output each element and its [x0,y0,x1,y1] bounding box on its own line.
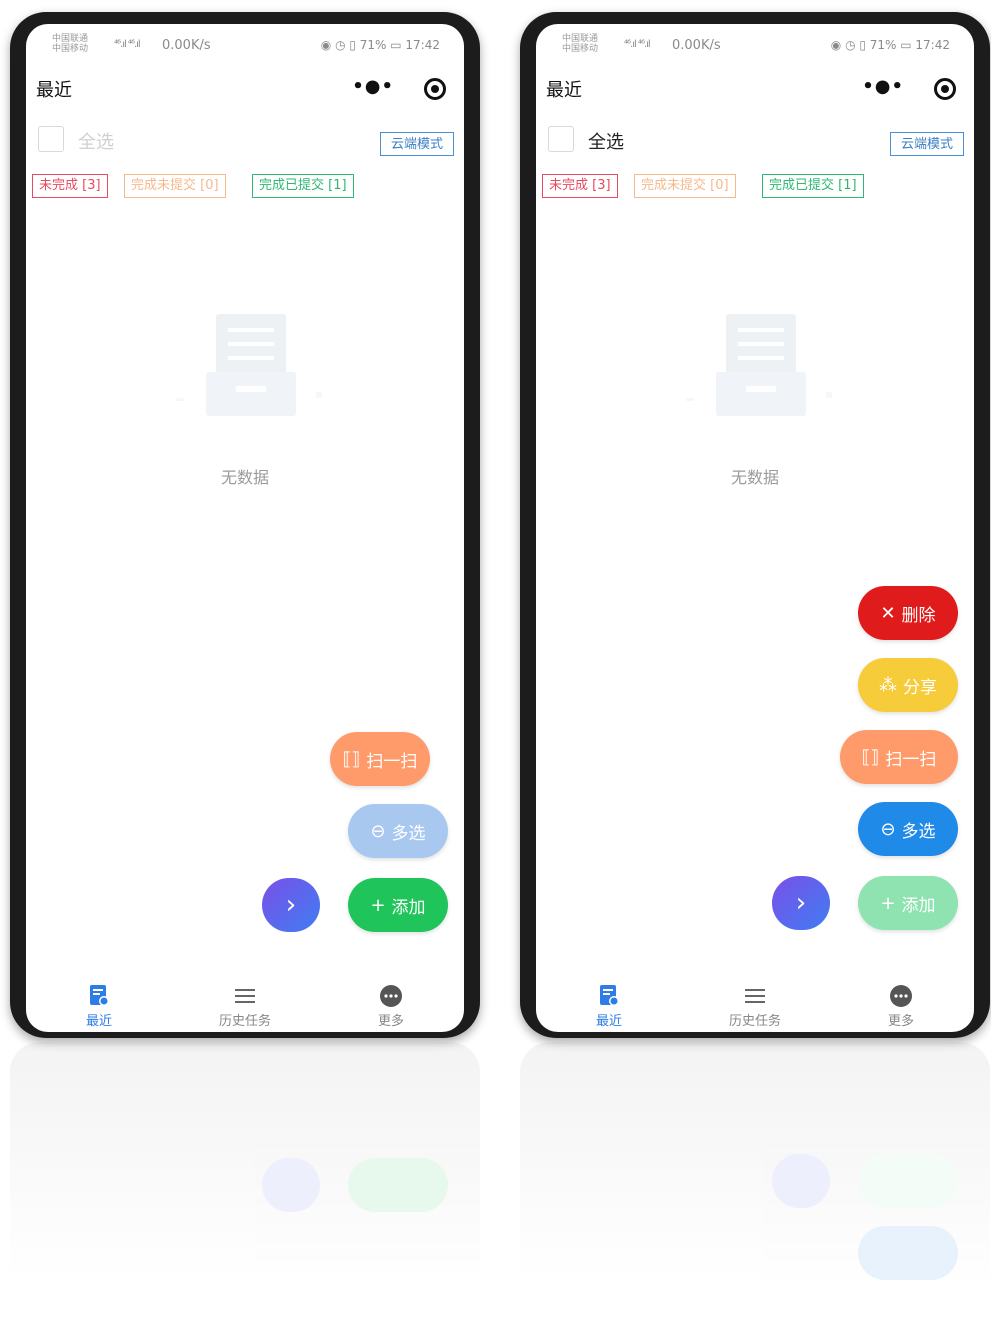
status-right: ◉ ◷ ▯ 71% ▭ 17:42 [830,38,950,52]
plus-icon: + [370,894,386,916]
tab-history-label: 历史任务 [218,1014,271,1029]
phone-reflection-right [520,1042,990,1322]
filter-unfinished[interactable]: 未完成 [3] [542,174,618,198]
recent-doc-icon [90,985,109,1006]
nav-bar: 最近 •●• [536,70,974,106]
share-button[interactable]: ⁂ 分享 [858,658,958,712]
tab-recent[interactable]: 最近 [26,984,172,1029]
filter-unfinished[interactable]: 未完成 [3] [32,174,108,198]
more-dots-icon[interactable]: •●• [352,76,394,97]
list-icon [235,989,255,1003]
tab-recent[interactable]: 最近 [536,984,682,1029]
tab-history-label: 历史任务 [728,1014,781,1029]
scan-label: 扫一扫 [885,749,937,770]
chevron-right-icon: › [285,890,297,920]
empty-text: 无数据 [220,468,269,487]
signal-icon: ⁴⁶.ıl ⁴⁶.ıl [114,39,141,50]
nav-bar: 最近 •●• [26,70,464,106]
delete-label: 删除 [901,605,936,626]
add-label: 添加 [901,895,936,916]
multiselect-button[interactable]: ⊖ 多选 [858,802,958,856]
tab-bar: 最近 历史任务 更多 [536,984,974,1032]
add-label: 添加 [391,897,426,918]
add-button[interactable]: + 添加 [858,876,958,930]
close-icon: ✕ [880,602,896,624]
multiselect-label: 多选 [901,821,936,842]
page-title: 最近 [546,80,582,101]
recent-doc-icon [600,985,619,1006]
screen-left: 中国联通 中国移动 ⁴⁶.ıl ⁴⁶.ıl 0.00K/s ◉ ◷ ▯ 71% … [26,24,464,1032]
tab-more[interactable]: 更多 [318,984,464,1029]
select-all-checkbox[interactable] [548,126,574,152]
more-circle-icon [380,985,402,1007]
tab-more-label: 更多 [377,1014,404,1029]
tab-recent-label: 最近 [85,1014,112,1029]
tab-history[interactable]: 历史任务 [172,984,318,1029]
net-speed: 0.00K/s [162,38,211,53]
empty-text: 无数据 [730,468,779,487]
tab-history[interactable]: 历史任务 [682,984,828,1029]
tab-more[interactable]: 更多 [828,984,974,1029]
status-right: ◉ ◷ ▯ 71% ▭ 17:42 [320,38,440,52]
carrier-text: 中国联通 中国移动 [52,34,89,54]
phone-frame-right: 中国联通 中国移动 ⁴⁶.ıl ⁴⁶.ıl 0.00K/s ◉ ◷ ▯ 71% … [520,12,990,1038]
select-all-checkbox[interactable] [38,126,64,152]
filter-done-submitted[interactable]: 完成已提交 [1] [762,174,864,198]
add-button[interactable]: + 添加 [348,878,448,932]
chevron-right-icon: › [795,888,807,918]
list-icon [745,989,765,1003]
tab-bar: 最近 历史任务 更多 [26,984,464,1032]
share-icon: ⁂ [879,674,897,696]
more-circle-icon [890,985,912,1007]
next-button[interactable]: › [262,878,320,932]
cloud-mode-button[interactable]: 云端模式 [380,132,454,156]
phone-frame-left: 中国联通 中国移动 ⁴⁶.ıl ⁴⁶.ıl 0.00K/s ◉ ◷ ▯ 71% … [10,12,480,1038]
more-dots-icon[interactable]: •●• [862,76,904,97]
multiselect-icon: ⊖ [880,818,896,840]
status-bar: 中国联通 中国移动 ⁴⁶.ıl ⁴⁶.ıl 0.00K/s ◉ ◷ ▯ 71% … [536,24,974,64]
scan-icon: ⟦⟧ [342,748,361,770]
select-all-label: 全选 [588,132,624,153]
carrier-text: 中国联通 中国移动 [562,34,599,54]
scan-button[interactable]: ⟦⟧ 扫一扫 [330,732,430,786]
empty-box-icon [686,314,832,416]
tab-more-label: 更多 [887,1014,914,1029]
signal-icon: ⁴⁶.ıl ⁴⁶.ıl [624,39,651,50]
plus-icon: + [880,892,896,914]
status-bar: 中国联通 中国移动 ⁴⁶.ıl ⁴⁶.ıl 0.00K/s ◉ ◷ ▯ 71% … [26,24,464,64]
scan-button[interactable]: ⟦⟧ 扫一扫 [840,730,958,784]
share-label: 分享 [903,677,937,698]
empty-box-icon [176,314,322,416]
delete-button[interactable]: ✕ 删除 [858,586,958,640]
multiselect-button[interactable]: ⊖ 多选 [348,804,448,858]
tab-recent-label: 最近 [595,1014,622,1029]
filter-done-unsubmitted[interactable]: 完成未提交 [0] [634,174,736,198]
scan-icon: ⟦⟧ [861,746,880,768]
close-target-icon[interactable] [934,78,956,100]
net-speed: 0.00K/s [672,38,721,53]
phone-reflection-left [10,1042,480,1322]
screen-right: 中国联通 中国移动 ⁴⁶.ıl ⁴⁶.ıl 0.00K/s ◉ ◷ ▯ 71% … [536,24,974,1032]
filter-done-unsubmitted[interactable]: 完成未提交 [0] [124,174,226,198]
page-title: 最近 [36,80,72,101]
multiselect-icon: ⊖ [370,820,386,842]
select-all-label: 全选 [78,132,114,153]
scan-label: 扫一扫 [366,751,418,772]
filter-done-submitted[interactable]: 完成已提交 [1] [252,174,354,198]
cloud-mode-button[interactable]: 云端模式 [890,132,964,156]
multiselect-label: 多选 [391,823,426,844]
close-target-icon[interactable] [424,78,446,100]
next-button[interactable]: › [772,876,830,930]
